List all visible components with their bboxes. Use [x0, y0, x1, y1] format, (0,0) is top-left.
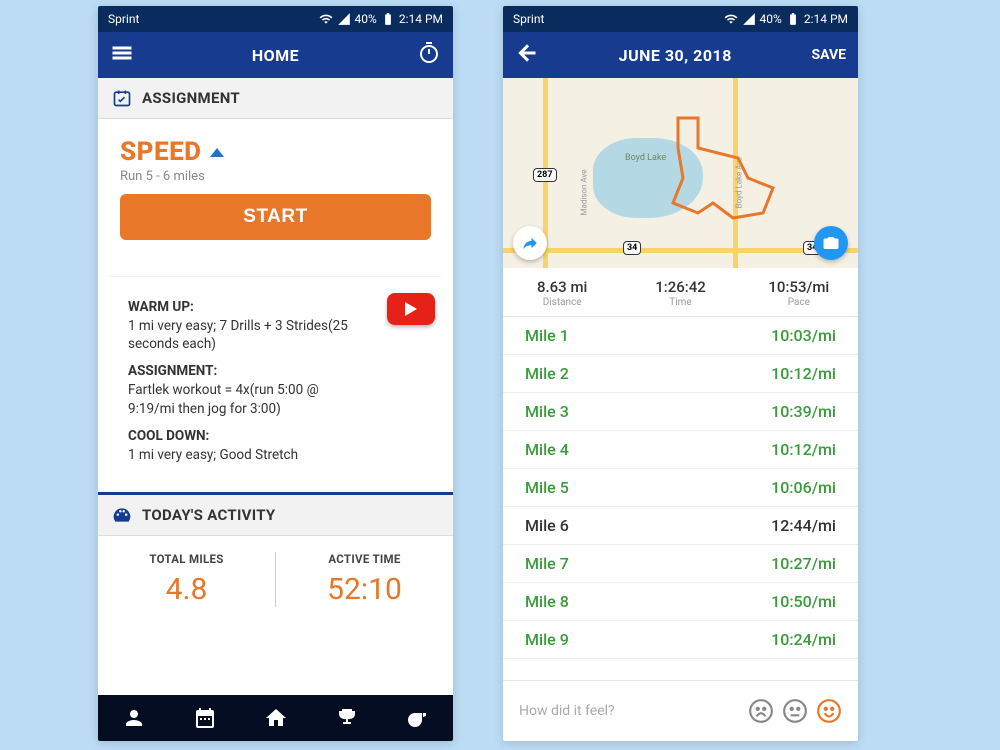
video-play-button[interactable] [387, 293, 435, 325]
wifi-icon [319, 12, 333, 26]
appbar-home: HOME [98, 32, 453, 78]
split-pace: 10:06/mi [771, 478, 836, 497]
split-row[interactable]: Mile 3 10:39/mi [503, 393, 858, 431]
appbar-detail: JUNE 30, 2018 SAVE [503, 32, 858, 78]
stat-pace: 10:53/miPace [740, 278, 858, 308]
chevron-up-icon [210, 148, 224, 157]
stopwatch-icon[interactable] [417, 41, 441, 69]
warmup-heading: WARM UP: [128, 299, 423, 315]
split-row[interactable]: Mile 2 10:12/mi [503, 355, 858, 393]
speed-toggle[interactable]: SPEED [120, 137, 431, 167]
back-icon[interactable] [515, 41, 539, 69]
save-button[interactable]: SAVE [812, 47, 847, 63]
split-name: Mile 3 [525, 402, 569, 421]
split-pace: 10:12/mi [771, 364, 836, 383]
nav-profile[interactable] [98, 695, 169, 741]
section-label: TODAY'S ACTIVITY [142, 506, 276, 524]
miles-value: 4.8 [98, 572, 275, 607]
assignment-card: SPEED Run 5 - 6 miles START [110, 131, 441, 254]
split-pace: 10:03/mi [771, 326, 836, 345]
clock-label: 2:14 PM [804, 12, 848, 26]
section-assignment: ASSIGNMENT [98, 78, 453, 119]
face-neutral[interactable] [782, 698, 808, 724]
split-row[interactable]: Mile 9 10:24/mi [503, 621, 858, 659]
stat-time: 1:26:42Time [621, 278, 739, 308]
gauge-icon [112, 505, 132, 525]
battery-label: 40% [355, 12, 377, 26]
split-name: Mile 2 [525, 364, 569, 383]
camera-button[interactable] [814, 226, 848, 260]
nav-trophy[interactable] [311, 695, 382, 741]
workout-subtitle: Run 5 - 6 miles [120, 169, 431, 184]
start-button[interactable]: START [120, 194, 431, 240]
workout-type: SPEED [120, 137, 202, 167]
feedback-prompt: How did it feel? [519, 703, 740, 719]
menu-icon[interactable] [110, 41, 134, 69]
cooldown-text: 1 mi very easy; Good Stretch [128, 446, 348, 464]
split-name: Mile 8 [525, 592, 569, 611]
clock-label: 2:14 PM [399, 12, 443, 26]
status-bar: Sprint 40% 2:14 PM [503, 6, 858, 32]
section-activity: TODAY'S ACTIVITY [98, 492, 453, 536]
split-name: Mile 7 [525, 554, 569, 573]
route-map[interactable]: Boyd Lake Madison Ave Boyd Lake Ave 287 … [503, 78, 858, 268]
calendar-check-icon [112, 88, 132, 108]
feedback-row: How did it feel? [503, 680, 858, 741]
phone-activity-detail: Sprint 40% 2:14 PM JUNE 30, 2018 SAVE Bo… [503, 6, 858, 741]
split-name: Mile 6 [525, 516, 569, 535]
page-title: HOME [134, 46, 417, 65]
bottom-nav [98, 695, 453, 741]
split-row[interactable]: Mile 8 10:50/mi [503, 583, 858, 621]
split-pace: 10:27/mi [771, 554, 836, 573]
nav-calendar[interactable] [169, 695, 240, 741]
carrier-label: Sprint [108, 12, 319, 26]
assignment-text: Fartlek workout = 4x(run 5:00 @ 9:19/mi … [128, 381, 348, 417]
phone-home: Sprint 40% 2:14 PM HOME ASSIGNMENT SPEED… [98, 6, 453, 741]
split-pace: 10:24/mi [771, 630, 836, 649]
split-pace: 10:39/mi [771, 402, 836, 421]
split-row[interactable]: Mile 1 10:03/mi [503, 317, 858, 355]
highway-shield: 34 [623, 241, 641, 255]
highway-shield: 287 [533, 168, 557, 182]
nav-home[interactable] [240, 695, 311, 741]
signal-icon [337, 12, 351, 26]
split-name: Mile 1 [525, 326, 569, 345]
assignment-heading: ASSIGNMENT: [128, 363, 423, 379]
section-label: ASSIGNMENT [142, 89, 240, 107]
split-row[interactable]: Mile 4 10:12/mi [503, 431, 858, 469]
nav-whistle[interactable] [382, 695, 453, 741]
split-row[interactable]: Mile 7 10:27/mi [503, 545, 858, 583]
status-bar: Sprint 40% 2:14 PM [98, 6, 453, 32]
battery-label: 40% [760, 12, 782, 26]
split-pace: 12:44/mi [771, 516, 836, 535]
wifi-icon [724, 12, 738, 26]
face-sad[interactable] [748, 698, 774, 724]
battery-icon [786, 12, 800, 26]
miles-label: TOTAL MILES [98, 552, 275, 566]
split-pace: 10:12/mi [771, 440, 836, 459]
cooldown-heading: COOL DOWN: [128, 428, 423, 444]
split-name: Mile 9 [525, 630, 569, 649]
activity-summary: TOTAL MILES 4.8 ACTIVE TIME 52:10 [98, 536, 453, 623]
splits-list[interactable]: Mile 1 10:03/mi Mile 2 10:12/mi Mile 3 10:39/… [503, 317, 858, 680]
warmup-text: 1 mi very easy; 7 Drills + 3 Strides(25 … [128, 317, 348, 353]
stat-distance: 8.63 miDistance [503, 278, 621, 308]
time-value: 52:10 [276, 572, 453, 607]
face-happy[interactable] [816, 698, 842, 724]
time-label: ACTIVE TIME [276, 552, 453, 566]
share-button[interactable] [513, 226, 547, 260]
signal-icon [742, 12, 756, 26]
split-pace: 10:50/mi [771, 592, 836, 611]
battery-icon [381, 12, 395, 26]
split-name: Mile 4 [525, 440, 569, 459]
carrier-label: Sprint [513, 12, 724, 26]
split-row[interactable]: Mile 6 12:44/mi [503, 507, 858, 545]
page-title: JUNE 30, 2018 [539, 46, 812, 65]
workout-details: WARM UP: 1 mi very easy; 7 Drills + 3 St… [110, 276, 441, 482]
stats-row: 8.63 miDistance 1:26:42Time 10:53/miPace [503, 268, 858, 317]
split-row[interactable]: Mile 5 10:06/mi [503, 469, 858, 507]
split-name: Mile 5 [525, 478, 569, 497]
